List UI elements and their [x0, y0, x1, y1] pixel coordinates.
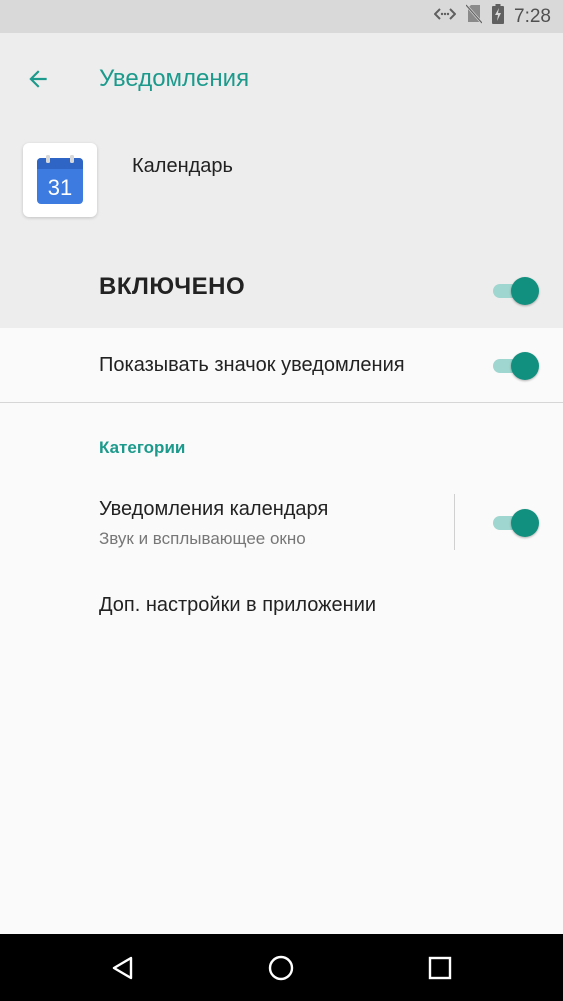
back-button[interactable] [16, 57, 60, 101]
divider [0, 402, 563, 403]
page-title: Уведомления [99, 65, 250, 92]
nav-recents-button[interactable] [400, 934, 480, 1001]
nav-home-button[interactable] [241, 934, 321, 1001]
nav-back-button[interactable] [83, 934, 163, 1001]
categories-header: Категории [99, 438, 186, 457]
app-header: Уведомления 31 Календарь ВКЛЮЧЕНО [0, 33, 563, 328]
show-badge-toggle[interactable] [493, 351, 539, 381]
toggle-thumb [511, 509, 539, 537]
back-triangle-icon [112, 956, 133, 979]
calendar-notifications-subtitle: Звук и всплывающее окно [99, 529, 306, 548]
arrow-left-icon [29, 70, 47, 88]
master-toggle[interactable] [493, 276, 539, 306]
master-toggle-label: ВКЛЮЧЕНО [99, 273, 246, 300]
data-transfer-icon [433, 6, 457, 27]
navigation-bar [0, 934, 563, 1001]
recents-square-icon [428, 956, 452, 979]
calendar-app-icon: 31 [23, 143, 97, 217]
calendar-notifications-toggle[interactable] [493, 508, 539, 538]
home-circle-icon [268, 955, 294, 980]
status-time: 7:28 [514, 5, 551, 27]
battery-charging-icon [492, 4, 505, 29]
no-sim-icon [465, 4, 483, 29]
calendar-icon-day: 31 [48, 175, 72, 200]
app-name: Календарь [132, 155, 233, 177]
status-icons: 7:28 [433, 0, 551, 33]
app-settings-link[interactable]: Доп. настройки в приложении [99, 594, 376, 617]
calendar-notifications-label[interactable]: Уведомления календаря [99, 498, 328, 521]
show-badge-label: Показывать значок уведомления [99, 354, 405, 376]
toggle-thumb [511, 277, 539, 305]
status-bar: 7:28 [0, 0, 563, 33]
toggle-thumb [511, 352, 539, 380]
vertical-divider [454, 494, 455, 550]
